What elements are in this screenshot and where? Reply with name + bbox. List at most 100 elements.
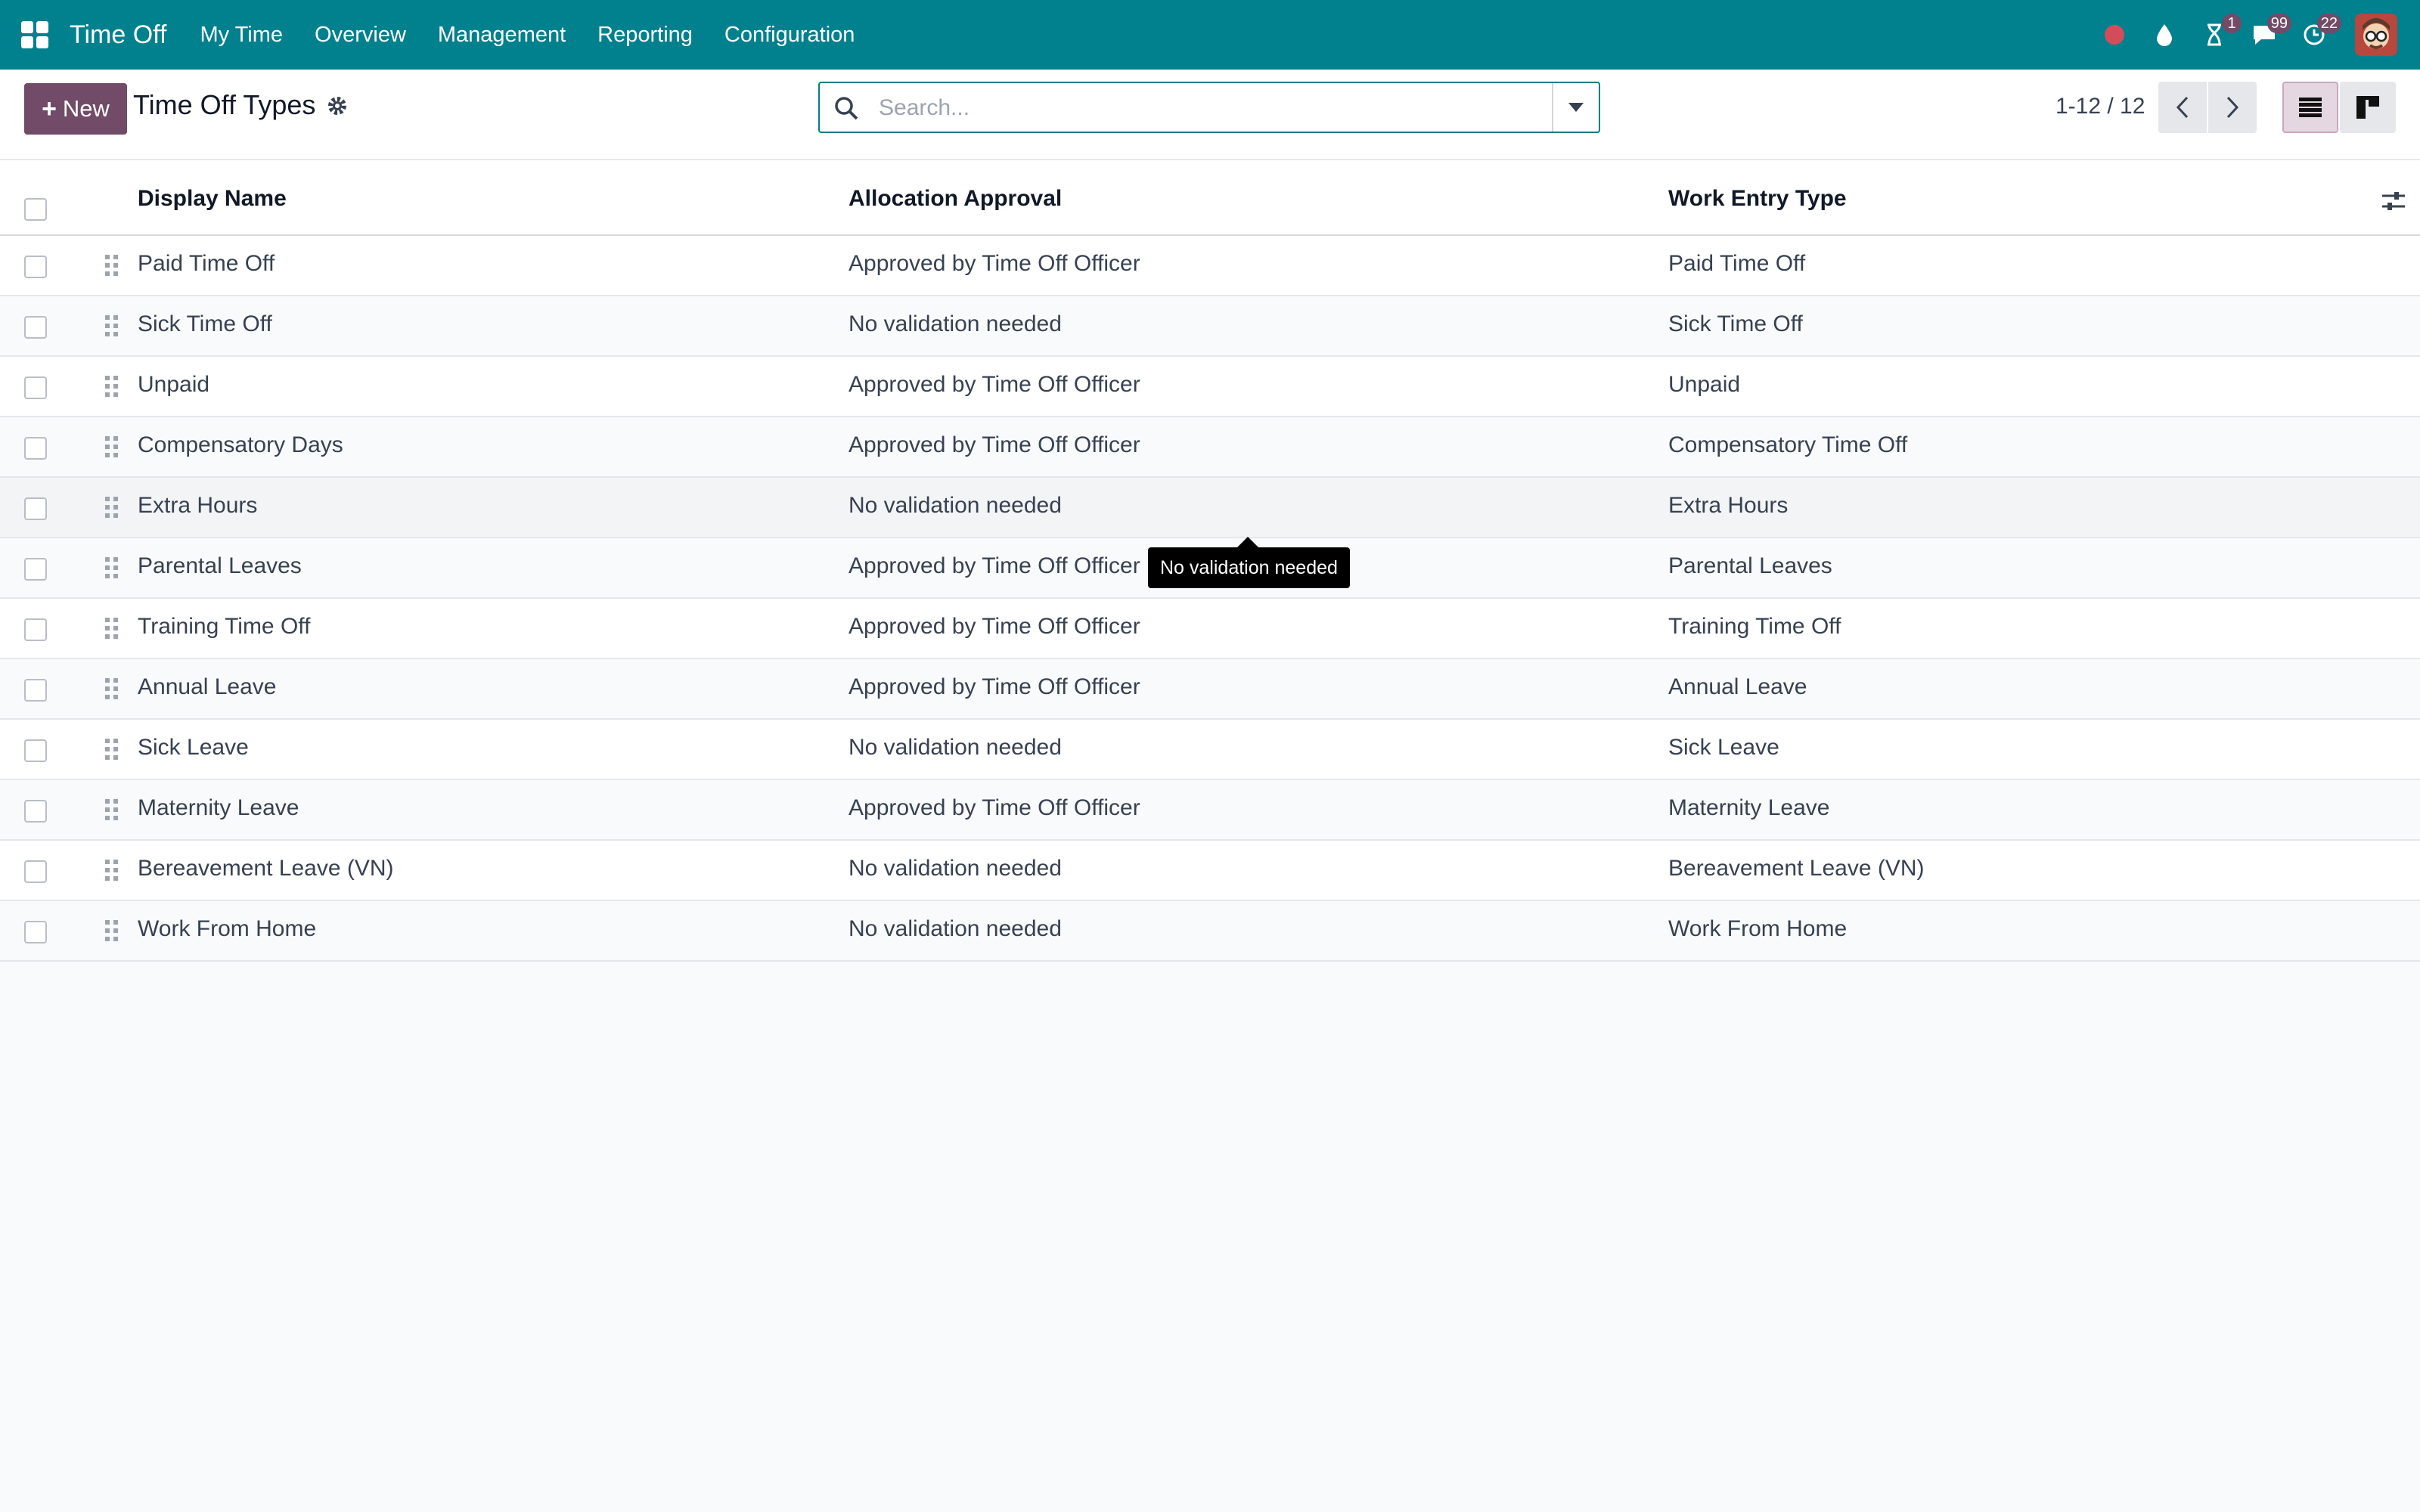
row-checkbox[interactable] (24, 921, 47, 943)
drag-handle-icon[interactable] (104, 254, 119, 277)
cell-work-entry-type: Bereavement Leave (VN) (1668, 856, 1925, 881)
pager-previous-button[interactable] (2158, 82, 2207, 133)
row-checkbox[interactable] (24, 497, 47, 520)
cell-allocation-approval: No validation needed (849, 856, 1062, 881)
cell-allocation-approval: No validation needed (849, 493, 1062, 518)
cell-work-entry-type: Sick Time Off (1668, 311, 1803, 336)
drag-handle-icon[interactable] (104, 798, 119, 821)
row-checkbox[interactable] (24, 800, 47, 823)
app-title[interactable]: Time Off (70, 20, 166, 50)
menu-overview[interactable]: Overview (315, 23, 406, 48)
drag-handle-icon[interactable] (104, 677, 119, 700)
apps-menu-icon[interactable] (21, 21, 48, 48)
systray: 1 99 22 (2087, 0, 2420, 70)
search-options-toggle[interactable] (1552, 83, 1599, 132)
list-view-button[interactable] (2282, 82, 2338, 133)
cell-work-entry-type: Work From Home (1668, 916, 1848, 941)
kanban-view-button[interactable] (2340, 82, 2396, 133)
drag-handle-icon[interactable] (104, 738, 119, 761)
cell-display-name: Annual Leave (138, 674, 277, 699)
cell-display-name: Work From Home (138, 916, 317, 941)
cell-display-name: Bereavement Leave (VN) (138, 856, 394, 881)
row-checkbox[interactable] (24, 256, 47, 278)
chevron-left-icon (2176, 96, 2189, 119)
timer-badge: 22 (2316, 14, 2341, 33)
new-button[interactable]: + New (24, 83, 127, 135)
cell-allocation-approval: No validation needed (849, 916, 1062, 941)
kanban-icon (2356, 96, 2379, 119)
drag-handle-icon[interactable] (104, 617, 119, 640)
search-icon (833, 95, 859, 121)
pager-value[interactable]: 1-12 / 12 (2055, 94, 2145, 119)
cell-allocation-approval: Approved by Time Off Officer (849, 674, 1140, 699)
row-checkbox[interactable] (24, 558, 47, 581)
drag-handle-icon[interactable] (104, 375, 119, 398)
cell-display-name: Unpaid (138, 372, 210, 397)
cell-display-name: Maternity Leave (138, 795, 299, 820)
table-row[interactable]: Unpaid Approved by Time Off Officer Unpaid (0, 357, 2420, 417)
cell-display-name: Parental Leaves (138, 553, 302, 578)
drag-handle-icon[interactable] (104, 919, 119, 942)
cell-allocation-approval: Approved by Time Off Officer (849, 795, 1140, 820)
activity-hourglass-icon[interactable]: 1 (2192, 12, 2242, 57)
cell-display-name: Paid Time Off (138, 251, 275, 276)
cell-work-entry-type: Paid Time Off (1668, 251, 1806, 276)
table-row[interactable]: Sick Leave No validation needed Sick Leave (0, 720, 2420, 780)
cell-display-name: Compensatory Days (138, 432, 343, 457)
row-checkbox[interactable] (24, 316, 47, 339)
row-checkbox[interactable] (24, 376, 47, 399)
column-allocation-approval[interactable]: Allocation Approval (849, 186, 1062, 212)
drag-handle-icon[interactable] (104, 496, 119, 519)
table-row[interactable]: Work From Home No validation needed Work F… (0, 901, 2420, 962)
recording-indicator-icon[interactable] (2092, 12, 2137, 57)
cell-display-name: Extra Hours (138, 493, 258, 518)
cell-allocation-approval: Approved by Time Off Officer (849, 432, 1140, 457)
row-checkbox[interactable] (24, 860, 47, 883)
cell-display-name: Sick Time Off (138, 311, 272, 336)
drag-handle-icon[interactable] (104, 859, 119, 881)
table-row[interactable]: Training Time Off Approved by Time Off Of… (0, 599, 2420, 659)
cell-allocation-approval: No validation needed (849, 735, 1062, 760)
pager-next-button[interactable] (2208, 82, 2257, 133)
drag-handle-icon[interactable] (104, 435, 119, 458)
caret-down-icon (1568, 103, 1584, 112)
row-checkbox[interactable] (24, 618, 47, 641)
row-checkbox[interactable] (24, 437, 47, 460)
cell-allocation-approval: No validation needed (849, 311, 1062, 336)
menu-configuration[interactable]: Configuration (724, 23, 855, 48)
cell-work-entry-type: Maternity Leave (1668, 795, 1830, 820)
table-row[interactable]: Extra Hours No validation needed Extra Hou… (0, 478, 2420, 538)
drag-handle-icon[interactable] (104, 314, 119, 337)
menu-reporting[interactable]: Reporting (597, 23, 693, 48)
cell-allocation-approval: Approved by Time Off Officer (849, 251, 1140, 276)
messages-badge: 99 (2266, 14, 2291, 33)
cell-work-entry-type: Sick Leave (1668, 735, 1779, 760)
cell-allocation-approval: Approved by Time Off Officer (849, 553, 1140, 578)
table-row[interactable]: Compensatory Days Approved by Time Off Of… (0, 417, 2420, 478)
column-work-entry-type[interactable]: Work Entry Type (1668, 186, 1847, 212)
messages-icon[interactable]: 99 (2242, 12, 2291, 57)
table-header: Display Name Allocation Approval Work En… (0, 160, 2420, 236)
cell-work-entry-type: Parental Leaves (1668, 553, 1832, 578)
table-row[interactable]: Sick Time Off No validation needed Sick Ti… (0, 296, 2420, 357)
menu-management[interactable]: Management (438, 23, 566, 48)
drop-icon[interactable] (2142, 12, 2187, 57)
chevron-right-icon (2226, 96, 2239, 119)
table-row[interactable]: Bereavement Leave (VN) No validation need… (0, 841, 2420, 901)
menu-my-time[interactable]: My Time (200, 23, 283, 48)
select-all-checkbox[interactable] (24, 198, 47, 221)
drag-handle-icon[interactable] (104, 556, 119, 579)
search-input[interactable] (877, 83, 1561, 133)
column-display-name[interactable]: Display Name (138, 186, 287, 212)
table-row[interactable]: Maternity Leave Approved by Time Off Offi… (0, 780, 2420, 841)
control-panel: + New Time Off Types 1-12 / 12 (0, 70, 2420, 160)
cell-display-name: Sick Leave (138, 735, 249, 760)
table-row[interactable]: Annual Leave Approved by Time Off Officer… (0, 659, 2420, 720)
column-settings-icon[interactable] (2382, 191, 2405, 215)
gear-icon[interactable] (325, 94, 349, 118)
row-checkbox[interactable] (24, 739, 47, 762)
user-avatar[interactable] (2355, 14, 2397, 56)
table-row[interactable]: Paid Time Off Approved by Time Off Office… (0, 236, 2420, 296)
row-checkbox[interactable] (24, 679, 47, 702)
timer-icon[interactable]: 22 (2291, 12, 2341, 57)
